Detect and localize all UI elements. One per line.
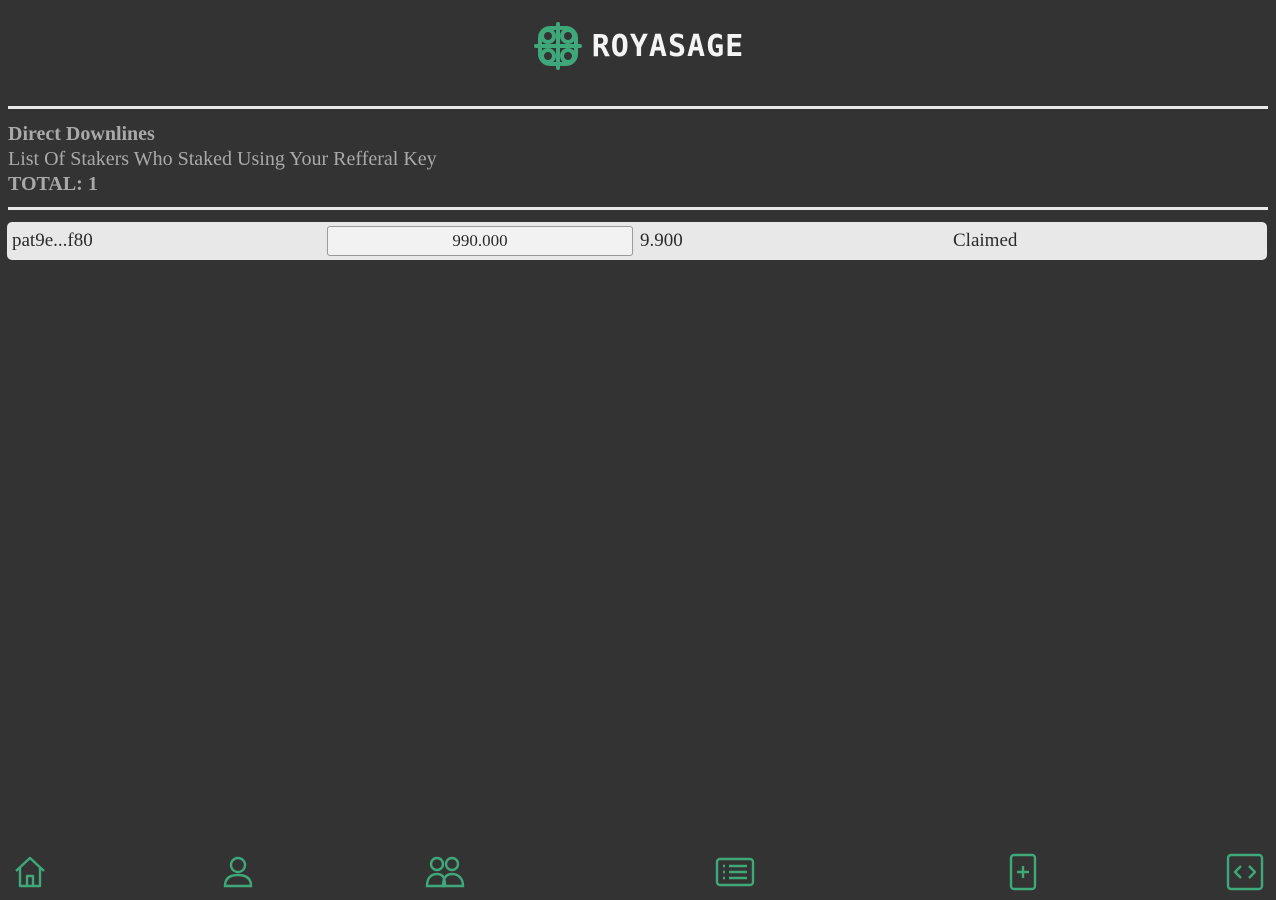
celtic-knot-icon bbox=[532, 20, 584, 72]
header-divider bbox=[8, 106, 1268, 109]
page: ROYASAGE Direct Downlines List Of Staker… bbox=[0, 0, 1276, 900]
nav-home-button[interactable] bbox=[10, 852, 50, 892]
bottom-nav bbox=[0, 852, 1276, 892]
downline-address: pat9e...f80 bbox=[12, 230, 93, 251]
home-icon bbox=[12, 854, 48, 890]
list-icon bbox=[715, 856, 755, 888]
downline-row: pat9e...f80 990.000 9.900 Claimed bbox=[7, 222, 1267, 260]
downlines-info: Direct Downlines List Of Stakers Who Sta… bbox=[8, 122, 1008, 196]
downline-reward: 9.900 bbox=[640, 230, 683, 251]
section-subtitle: List Of Stakers Who Staked Using Your Re… bbox=[8, 148, 437, 170]
nav-code-button[interactable] bbox=[1225, 852, 1265, 892]
header: ROYASAGE bbox=[0, 14, 1276, 78]
nav-profile-button[interactable] bbox=[218, 852, 258, 892]
section-title: Direct Downlines bbox=[8, 123, 155, 145]
section-divider bbox=[8, 207, 1268, 210]
nav-list-button[interactable] bbox=[715, 852, 755, 892]
user-icon bbox=[220, 854, 256, 890]
section-total: TOTAL: 1 bbox=[8, 173, 98, 195]
nav-team-button[interactable] bbox=[425, 852, 465, 892]
code-icon bbox=[1226, 853, 1264, 891]
add-document-icon bbox=[1007, 853, 1039, 891]
users-icon bbox=[425, 854, 465, 890]
brand-logo[interactable]: ROYASAGE bbox=[532, 20, 745, 72]
downline-status: Claimed bbox=[953, 230, 1018, 251]
brand-name: ROYASAGE bbox=[591, 28, 745, 64]
nav-add-button[interactable] bbox=[1003, 852, 1043, 892]
downline-amount: 990.000 bbox=[327, 226, 633, 256]
